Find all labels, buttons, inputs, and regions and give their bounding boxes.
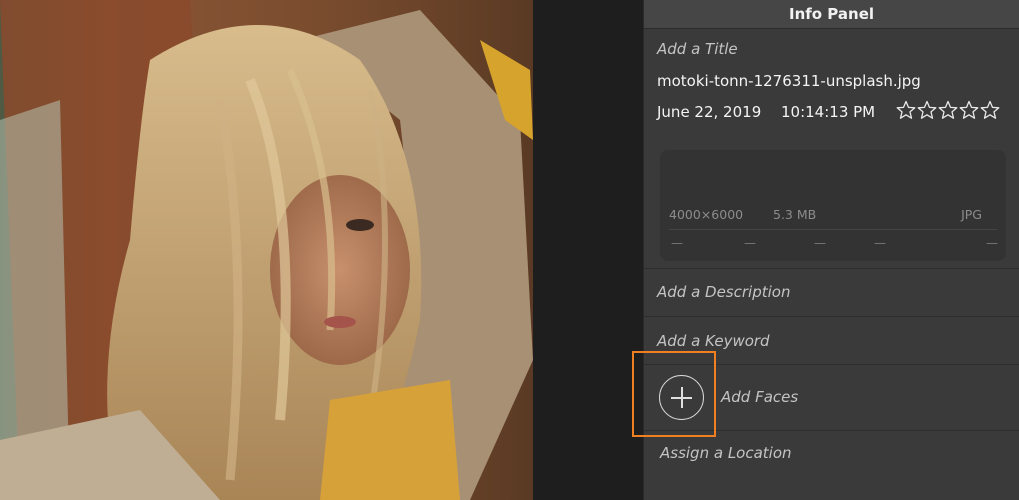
photo-image	[0, 0, 533, 500]
plus-icon-stroke	[681, 387, 683, 408]
capture-time: 10:14:13 PM	[781, 103, 876, 121]
keyword-field[interactable]: Add a Keyword	[657, 332, 770, 350]
star-outline-icon[interactable]	[896, 99, 916, 121]
metadata-card: 4000×6000 5.3 MB JPG — — — — —	[660, 150, 1006, 261]
gutter	[533, 0, 643, 500]
metadata-placeholder: —	[814, 236, 826, 250]
capture-date: June 22, 2019	[657, 103, 762, 121]
panel-title: Info Panel	[644, 0, 1019, 29]
metadata-placeholder: —	[671, 236, 683, 250]
add-faces-label[interactable]: Add Faces	[721, 388, 798, 406]
divider	[644, 430, 1019, 431]
divider	[644, 316, 1019, 317]
photo-preview[interactable]	[0, 0, 533, 500]
divider	[644, 268, 1019, 269]
info-panel: Info Panel Add a Title motoki-tonn-12763…	[632, 0, 1019, 500]
star-outline-icon[interactable]	[959, 99, 979, 121]
location-field[interactable]: Assign a Location	[660, 444, 792, 462]
image-dimensions: 4000×6000	[669, 207, 744, 222]
metadata-placeholder: —	[874, 236, 886, 250]
title-field[interactable]: Add a Title	[657, 40, 738, 58]
app-window: Info Panel Add a Title motoki-tonn-12763…	[0, 0, 1019, 500]
divider	[644, 364, 1019, 365]
metadata-placeholder: —	[744, 236, 756, 250]
star-outline-icon[interactable]	[938, 99, 958, 121]
description-field[interactable]: Add a Description	[657, 283, 790, 301]
metadata-placeholder: —	[986, 236, 998, 250]
file-format: JPG	[961, 207, 982, 222]
file-size: 5.3 MB	[773, 207, 817, 222]
star-outline-icon[interactable]	[917, 99, 937, 121]
metadata-divider	[669, 229, 997, 230]
filename-label: motoki-tonn-1276311-unsplash.jpg	[657, 72, 921, 90]
star-rating[interactable]	[896, 99, 1000, 121]
star-outline-icon[interactable]	[980, 99, 1000, 121]
add-faces-button[interactable]	[659, 375, 704, 420]
